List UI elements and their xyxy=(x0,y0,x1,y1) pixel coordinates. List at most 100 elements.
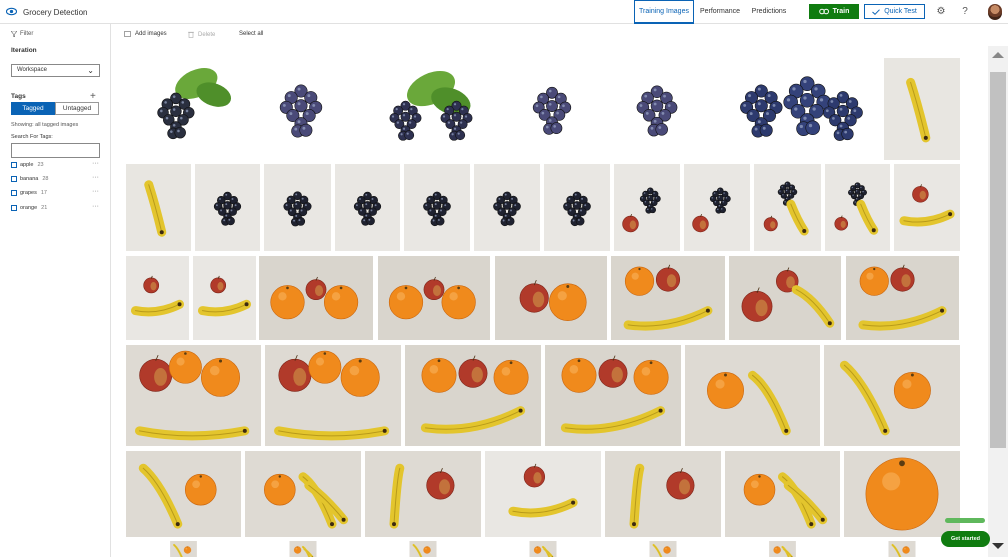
image-thumbnail[interactable] xyxy=(824,345,960,446)
image-thumbnail[interactable] xyxy=(729,256,841,340)
image-thumbnail[interactable] xyxy=(126,451,241,537)
vertical-scrollbar[interactable] xyxy=(988,46,1008,557)
image-thumbnail[interactable] xyxy=(405,345,541,446)
tagged-toggle[interactable]: Tagged xyxy=(11,102,55,115)
user-avatar[interactable] xyxy=(988,4,1002,20)
image-thumbnail[interactable] xyxy=(193,256,256,340)
tag-count: 17 xyxy=(40,190,47,196)
tag-checkbox[interactable] xyxy=(11,162,17,168)
gears-icon xyxy=(818,8,829,15)
image-thumbnail[interactable] xyxy=(495,256,607,340)
more-options-icon[interactable]: ··· xyxy=(92,174,99,182)
image-thumbnail[interactable] xyxy=(366,58,496,160)
image-thumbnail[interactable] xyxy=(246,58,356,160)
image-thumbnail[interactable] xyxy=(245,451,361,537)
image-thumbnail[interactable] xyxy=(404,164,470,251)
scroll-thumb[interactable] xyxy=(990,72,1006,448)
iteration-label: Iteration xyxy=(11,47,37,54)
image-thumbnail[interactable] xyxy=(884,58,960,160)
image-thumbnail[interactable] xyxy=(365,541,481,557)
tag-item-orange[interactable]: orange 21 ··· xyxy=(11,203,101,213)
filter-label: Filter xyxy=(20,31,34,37)
image-thumbnail[interactable] xyxy=(825,164,890,251)
chevron-down-icon: ⌄ xyxy=(87,66,94,75)
search-tags-input[interactable] xyxy=(11,143,100,158)
image-thumbnail[interactable] xyxy=(506,58,598,160)
more-options-icon[interactable]: ··· xyxy=(92,188,99,196)
tab-label: Predictions xyxy=(751,8,787,15)
more-options-icon[interactable]: ··· xyxy=(92,203,99,211)
image-thumbnail[interactable] xyxy=(608,58,706,160)
scroll-up-icon[interactable] xyxy=(992,52,1004,58)
more-options-icon[interactable]: ··· xyxy=(92,160,99,168)
image-thumbnail[interactable] xyxy=(846,256,959,340)
iteration-dropdown[interactable]: Workspace ⌄ xyxy=(11,64,100,77)
tab-training-images[interactable]: Training Images xyxy=(634,0,694,24)
scroll-down-icon[interactable] xyxy=(992,543,1004,549)
image-thumbnail[interactable] xyxy=(545,345,681,446)
image-thumbnail[interactable] xyxy=(684,164,750,251)
get-started-progress xyxy=(945,518,985,523)
image-thumbnail[interactable] xyxy=(716,58,878,160)
image-thumbnail[interactable] xyxy=(754,164,821,251)
image-thumbnail[interactable] xyxy=(485,541,601,557)
select-all-button[interactable]: Select all xyxy=(239,31,263,37)
image-thumbnail[interactable] xyxy=(894,164,960,251)
tag-item-apple[interactable]: apple 23 ··· xyxy=(11,160,101,170)
image-thumbnail[interactable] xyxy=(126,164,191,251)
tag-count: 28 xyxy=(42,176,49,182)
image-thumbnail[interactable] xyxy=(725,451,840,537)
image-thumbnail[interactable] xyxy=(195,164,260,251)
tag-count: 21 xyxy=(41,205,48,211)
image-thumbnail[interactable] xyxy=(605,541,721,557)
image-toolbar: Add images Delete Select all xyxy=(112,24,992,46)
tag-checkbox[interactable] xyxy=(11,176,17,182)
untagged-toggle[interactable]: Untagged xyxy=(55,102,99,115)
image-thumbnail[interactable] xyxy=(485,451,601,537)
tab-label: Training Images xyxy=(639,8,689,15)
tag-checkbox[interactable] xyxy=(11,190,17,196)
tag-name: apple xyxy=(20,162,34,168)
showing-text: Showing: all tagged images xyxy=(11,122,79,128)
tag-checkbox[interactable] xyxy=(11,205,17,211)
get-started-button[interactable]: Get started xyxy=(941,531,990,547)
image-thumbnail[interactable] xyxy=(614,164,680,251)
add-tag-icon[interactable]: + xyxy=(90,91,96,102)
tag-item-banana[interactable]: banana 28 ··· xyxy=(11,174,101,184)
image-thumbnail[interactable] xyxy=(844,451,960,537)
image-thumbnail[interactable] xyxy=(378,256,490,340)
tag-count: 23 xyxy=(37,162,44,168)
top-nav-bar: Grocery Detection Training Images Perfor… xyxy=(0,0,1008,24)
image-thumbnail[interactable] xyxy=(725,541,840,557)
image-thumbnail[interactable] xyxy=(126,541,241,557)
delete-label: Delete xyxy=(198,31,216,38)
tag-item-grapes[interactable]: grapes 17 ··· xyxy=(11,188,101,198)
image-thumbnail[interactable] xyxy=(685,345,820,446)
image-thumbnail[interactable] xyxy=(474,164,540,251)
image-thumbnail[interactable] xyxy=(126,345,261,446)
image-thumbnail[interactable] xyxy=(611,256,725,340)
quick-test-button[interactable]: Quick Test xyxy=(864,4,925,19)
train-label: Train xyxy=(832,8,850,15)
tab-performance[interactable]: Performance xyxy=(697,0,743,24)
image-thumbnail[interactable] xyxy=(126,256,189,340)
train-button[interactable]: Train xyxy=(809,4,859,19)
filter-button[interactable]: Filter xyxy=(11,31,33,37)
question-icon[interactable]: ? xyxy=(958,5,972,19)
image-thumbnail[interactable] xyxy=(259,256,373,340)
image-thumbnail[interactable] xyxy=(605,451,721,537)
image-thumbnail[interactable] xyxy=(265,345,401,446)
image-thumbnail[interactable] xyxy=(264,164,331,251)
app-title: Grocery Detection xyxy=(23,8,88,17)
delete-button[interactable]: Delete xyxy=(188,31,215,38)
image-thumbnail[interactable] xyxy=(365,451,481,537)
tab-predictions[interactable]: Predictions xyxy=(748,0,790,24)
tag-name: orange xyxy=(20,205,38,211)
search-tags-label: Search For Tags: xyxy=(11,134,53,140)
image-thumbnail[interactable] xyxy=(544,164,610,251)
image-thumbnail[interactable] xyxy=(245,541,361,557)
image-thumbnail[interactable] xyxy=(126,58,236,160)
image-thumbnail[interactable] xyxy=(335,164,400,251)
add-images-button[interactable]: Add images xyxy=(124,31,167,37)
gear-icon[interactable]: ⚙ xyxy=(934,5,948,19)
